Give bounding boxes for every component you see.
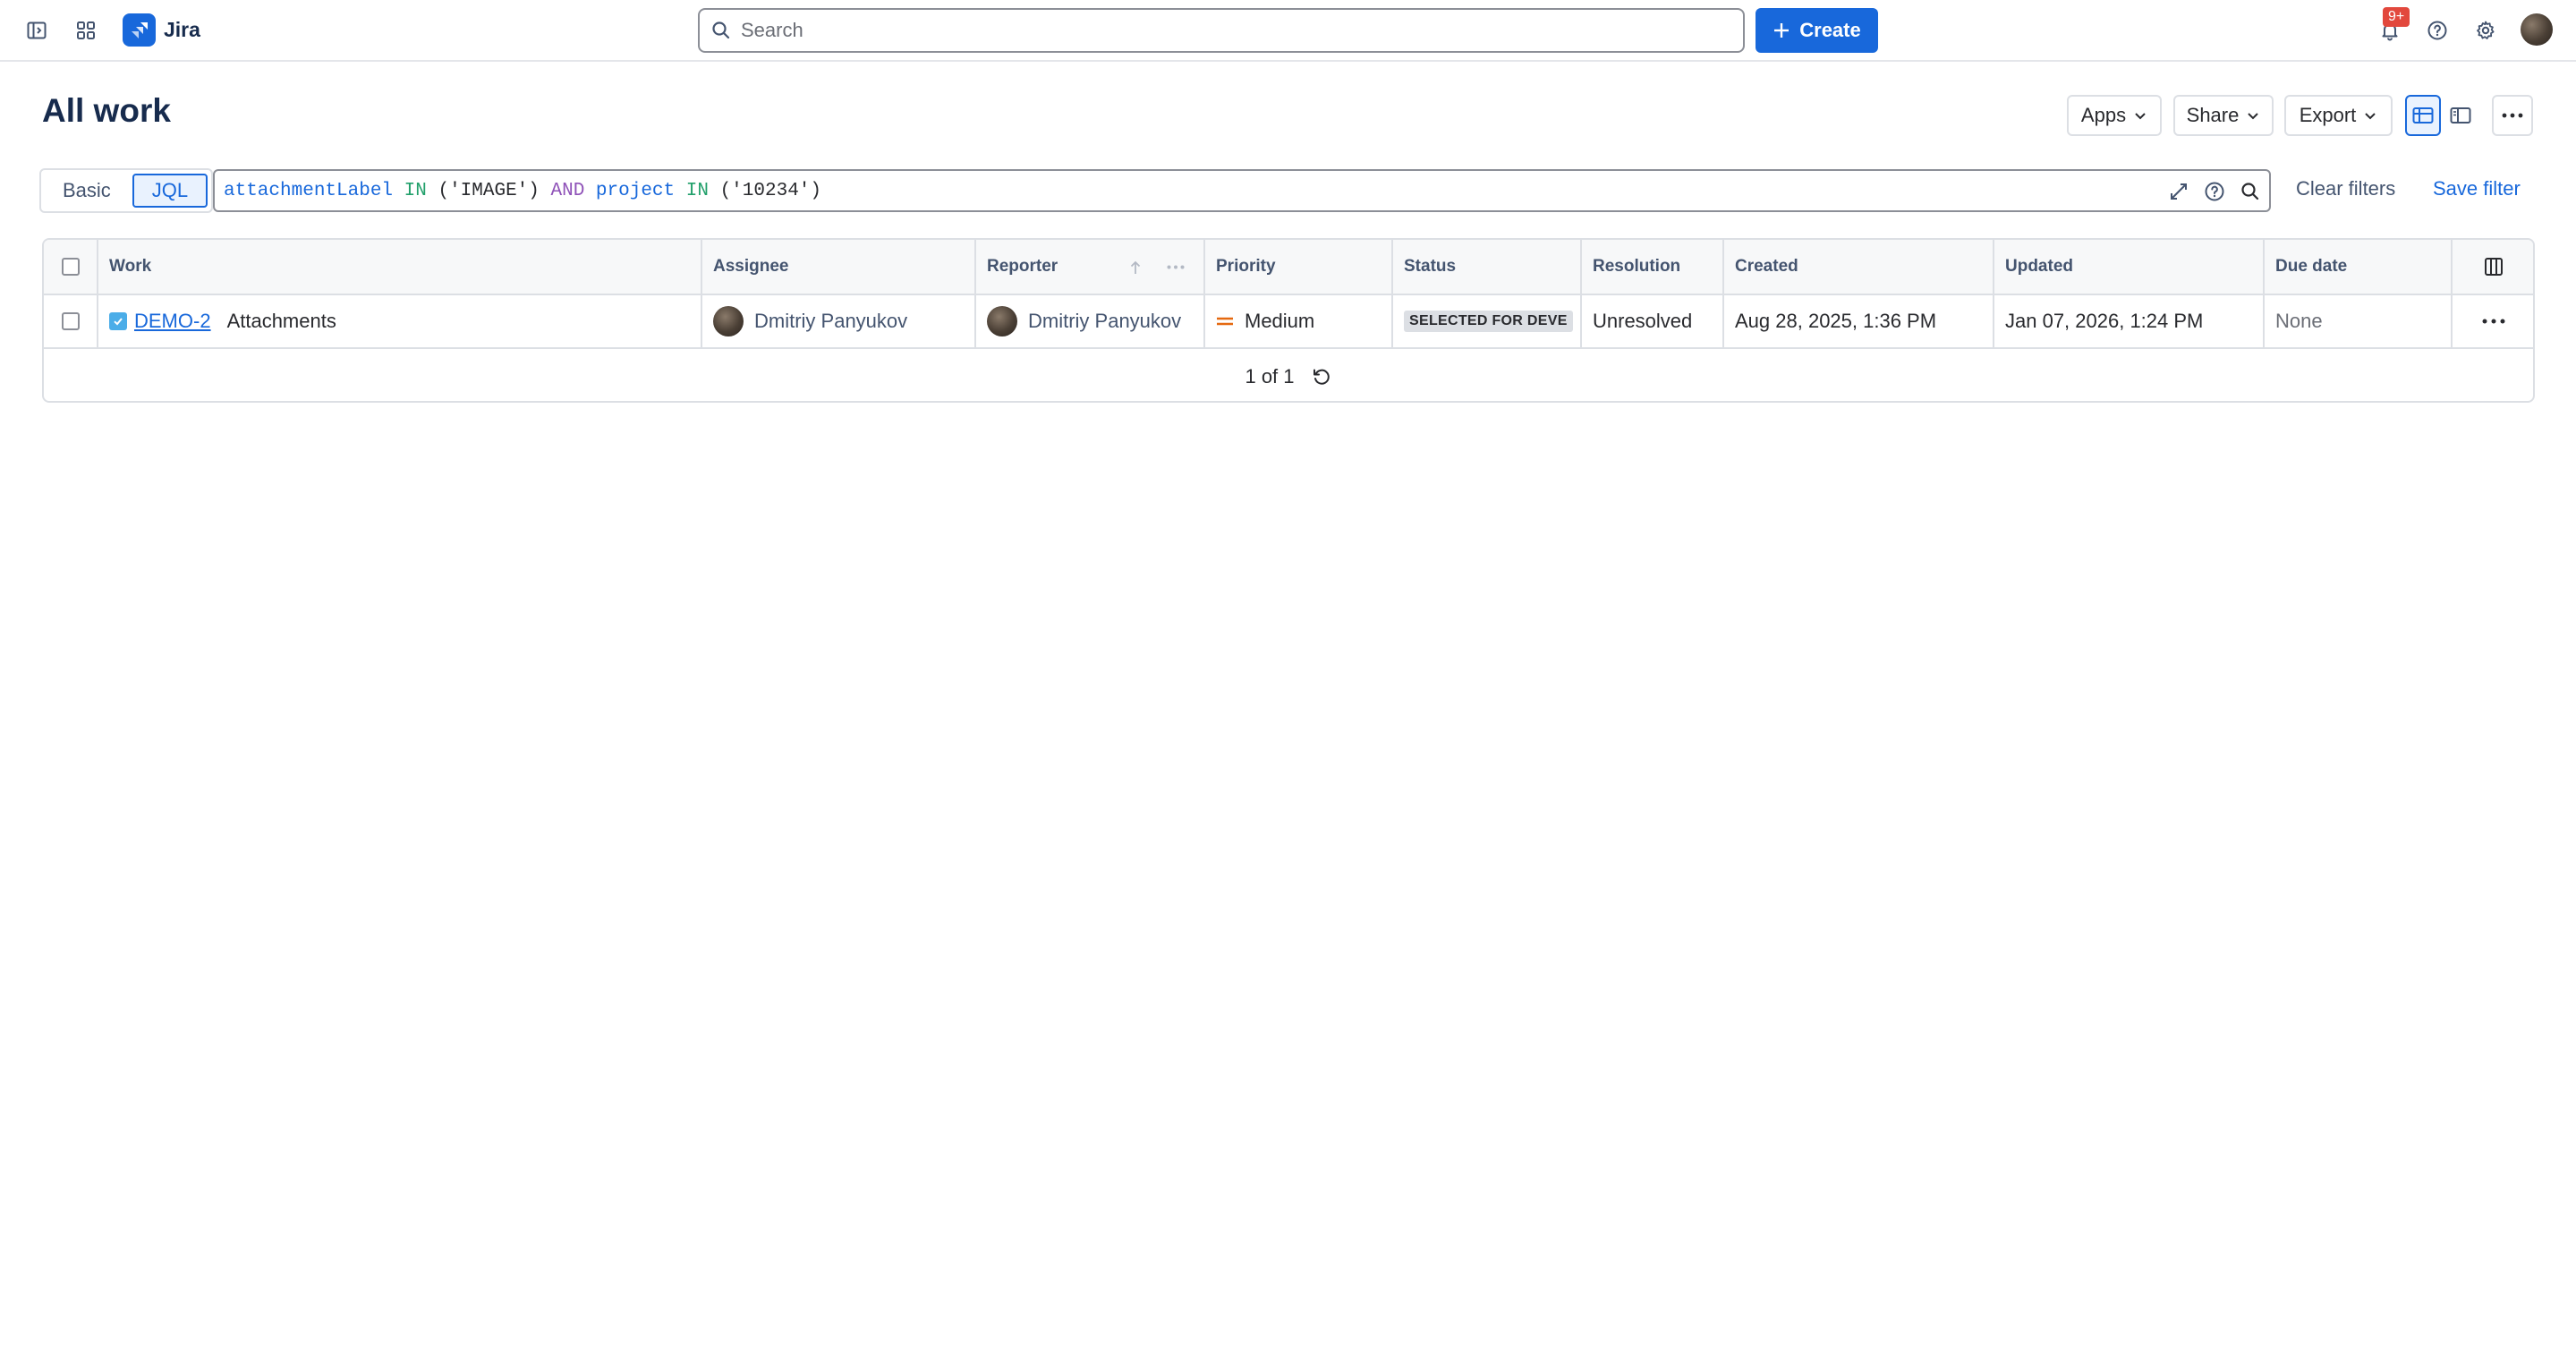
jql-token: IN xyxy=(685,180,709,201)
column-picker-cell xyxy=(2453,240,2533,294)
apps-button[interactable]: Apps xyxy=(2067,95,2162,136)
export-button[interactable]: Export xyxy=(2284,95,2393,136)
reporter-name: Dmitriy Panyukov xyxy=(1028,310,1182,332)
column-header-status[interactable]: Status xyxy=(1393,240,1582,294)
settings-gear-icon[interactable] xyxy=(2468,13,2504,48)
status-badge[interactable]: SELECTED FOR DEVE xyxy=(1404,311,1573,332)
share-label: Share xyxy=(2186,104,2240,126)
work-cell: DEMO-2 Attachments xyxy=(98,295,702,347)
assignee-avatar xyxy=(713,306,744,336)
jql-actions xyxy=(2167,180,2262,203)
refresh-icon[interactable] xyxy=(1311,366,1332,388)
created-cell: Aug 28, 2025, 1:36 PM xyxy=(1724,295,1994,347)
column-header-reporter[interactable]: Reporter xyxy=(976,240,1205,294)
due-date-cell[interactable]: None xyxy=(2265,295,2453,347)
reporter-avatar xyxy=(987,306,1017,336)
create-button[interactable]: Create xyxy=(1756,8,1878,53)
jql-query-input[interactable]: attachmentLabel IN ('IMAGE') AND project… xyxy=(213,169,2271,212)
priority-cell[interactable]: Medium xyxy=(1205,295,1393,347)
row-actions-cell xyxy=(2453,295,2533,347)
pagination-label: 1 of 1 xyxy=(1245,365,1295,388)
row-select-cell xyxy=(44,295,98,347)
column-header-due-date[interactable]: Due date xyxy=(2265,240,2453,294)
column-header-resolution[interactable]: Resolution xyxy=(1582,240,1724,294)
share-button[interactable]: Share xyxy=(2173,95,2274,136)
clear-filters-button[interactable]: Clear filters xyxy=(2296,177,2395,200)
column-header-created[interactable]: Created xyxy=(1724,240,1994,294)
more-actions-button[interactable] xyxy=(2492,95,2533,136)
jql-token: project xyxy=(595,180,676,201)
list-view-icon[interactable] xyxy=(2405,95,2441,136)
mode-basic[interactable]: Basic xyxy=(45,174,129,208)
sidebar-toggle-icon[interactable] xyxy=(19,13,55,48)
help-icon[interactable] xyxy=(2419,13,2455,48)
column-header-work[interactable]: Work xyxy=(98,240,702,294)
row-more-icon[interactable] xyxy=(2482,319,2505,324)
jql-token: ('IMAGE') xyxy=(438,180,540,201)
status-cell[interactable]: SELECTED FOR DEVE xyxy=(1393,295,1582,347)
jql-token: AND xyxy=(550,180,585,201)
table-row[interactable]: DEMO-2 Attachments Dmitriy Panyukov Dmit… xyxy=(44,295,2533,349)
sort-ascending-icon[interactable] xyxy=(1129,260,1142,276)
search-icon[interactable] xyxy=(2239,180,2262,203)
table-header: Work Assignee Reporter Priority Status R… xyxy=(44,240,2533,295)
chevron-down-icon xyxy=(2248,113,2259,120)
save-filter-button[interactable]: Save filter xyxy=(2433,177,2521,200)
work-item-key-link[interactable]: DEMO-2 xyxy=(134,310,211,333)
top-navigation: Jira Create 9+ xyxy=(0,0,2576,62)
work-item-summary[interactable]: Attachments xyxy=(227,310,336,333)
search-icon xyxy=(712,21,730,39)
column-header-updated[interactable]: Updated xyxy=(1994,240,2265,294)
column-picker-icon[interactable] xyxy=(2484,257,2504,277)
assignee-cell[interactable]: Dmitriy Panyukov xyxy=(702,295,976,347)
chevron-down-icon xyxy=(2365,113,2376,120)
column-header-priority[interactable]: Priority xyxy=(1205,240,1393,294)
search-input[interactable] xyxy=(741,19,1743,42)
mode-jql[interactable]: JQL xyxy=(132,174,208,208)
chevron-down-icon xyxy=(2135,113,2146,120)
page-title: All work xyxy=(42,92,171,129)
resolution-cell: Unresolved xyxy=(1582,295,1724,347)
work-items-table: Work Assignee Reporter Priority Status R… xyxy=(42,238,2535,403)
row-checkbox[interactable] xyxy=(61,312,80,330)
select-all-cell xyxy=(44,240,98,294)
app-switcher-icon[interactable] xyxy=(68,13,104,48)
create-label: Create xyxy=(1799,19,1861,41)
task-type-icon xyxy=(109,312,127,330)
apps-label: Apps xyxy=(2080,104,2127,126)
jql-token: attachmentLabel xyxy=(224,180,394,201)
priority-label: Medium xyxy=(1245,310,1315,332)
app-name[interactable]: Jira xyxy=(164,18,200,42)
assignee-name: Dmitriy Panyukov xyxy=(754,310,908,332)
detail-view-icon[interactable] xyxy=(2443,95,2478,136)
jql-token: IN xyxy=(404,180,427,201)
global-search[interactable] xyxy=(698,8,1745,53)
updated-cell: Jan 07, 2026, 1:24 PM xyxy=(1994,295,2265,347)
notification-badge: 9+ xyxy=(2383,7,2410,27)
jql-token: ('10234') xyxy=(719,180,821,201)
expand-icon[interactable] xyxy=(2167,180,2190,203)
column-more-icon[interactable] xyxy=(1167,265,1185,269)
priority-medium-icon xyxy=(1217,317,1233,326)
user-avatar[interactable] xyxy=(2521,13,2553,46)
reporter-header-label: Reporter xyxy=(987,257,1058,276)
select-all-checkbox[interactable] xyxy=(61,258,80,276)
column-header-assignee[interactable]: Assignee xyxy=(702,240,976,294)
jql-help-icon[interactable] xyxy=(2203,180,2226,203)
pagination: 1 of 1 xyxy=(44,351,2533,401)
plus-icon xyxy=(1774,23,1790,38)
search-mode-toggle: Basic JQL xyxy=(39,168,214,213)
reporter-cell[interactable]: Dmitriy Panyukov xyxy=(976,295,1205,347)
jira-logo-icon[interactable] xyxy=(123,13,156,47)
more-horizontal-icon xyxy=(2502,113,2523,118)
export-label: Export xyxy=(2299,104,2357,126)
